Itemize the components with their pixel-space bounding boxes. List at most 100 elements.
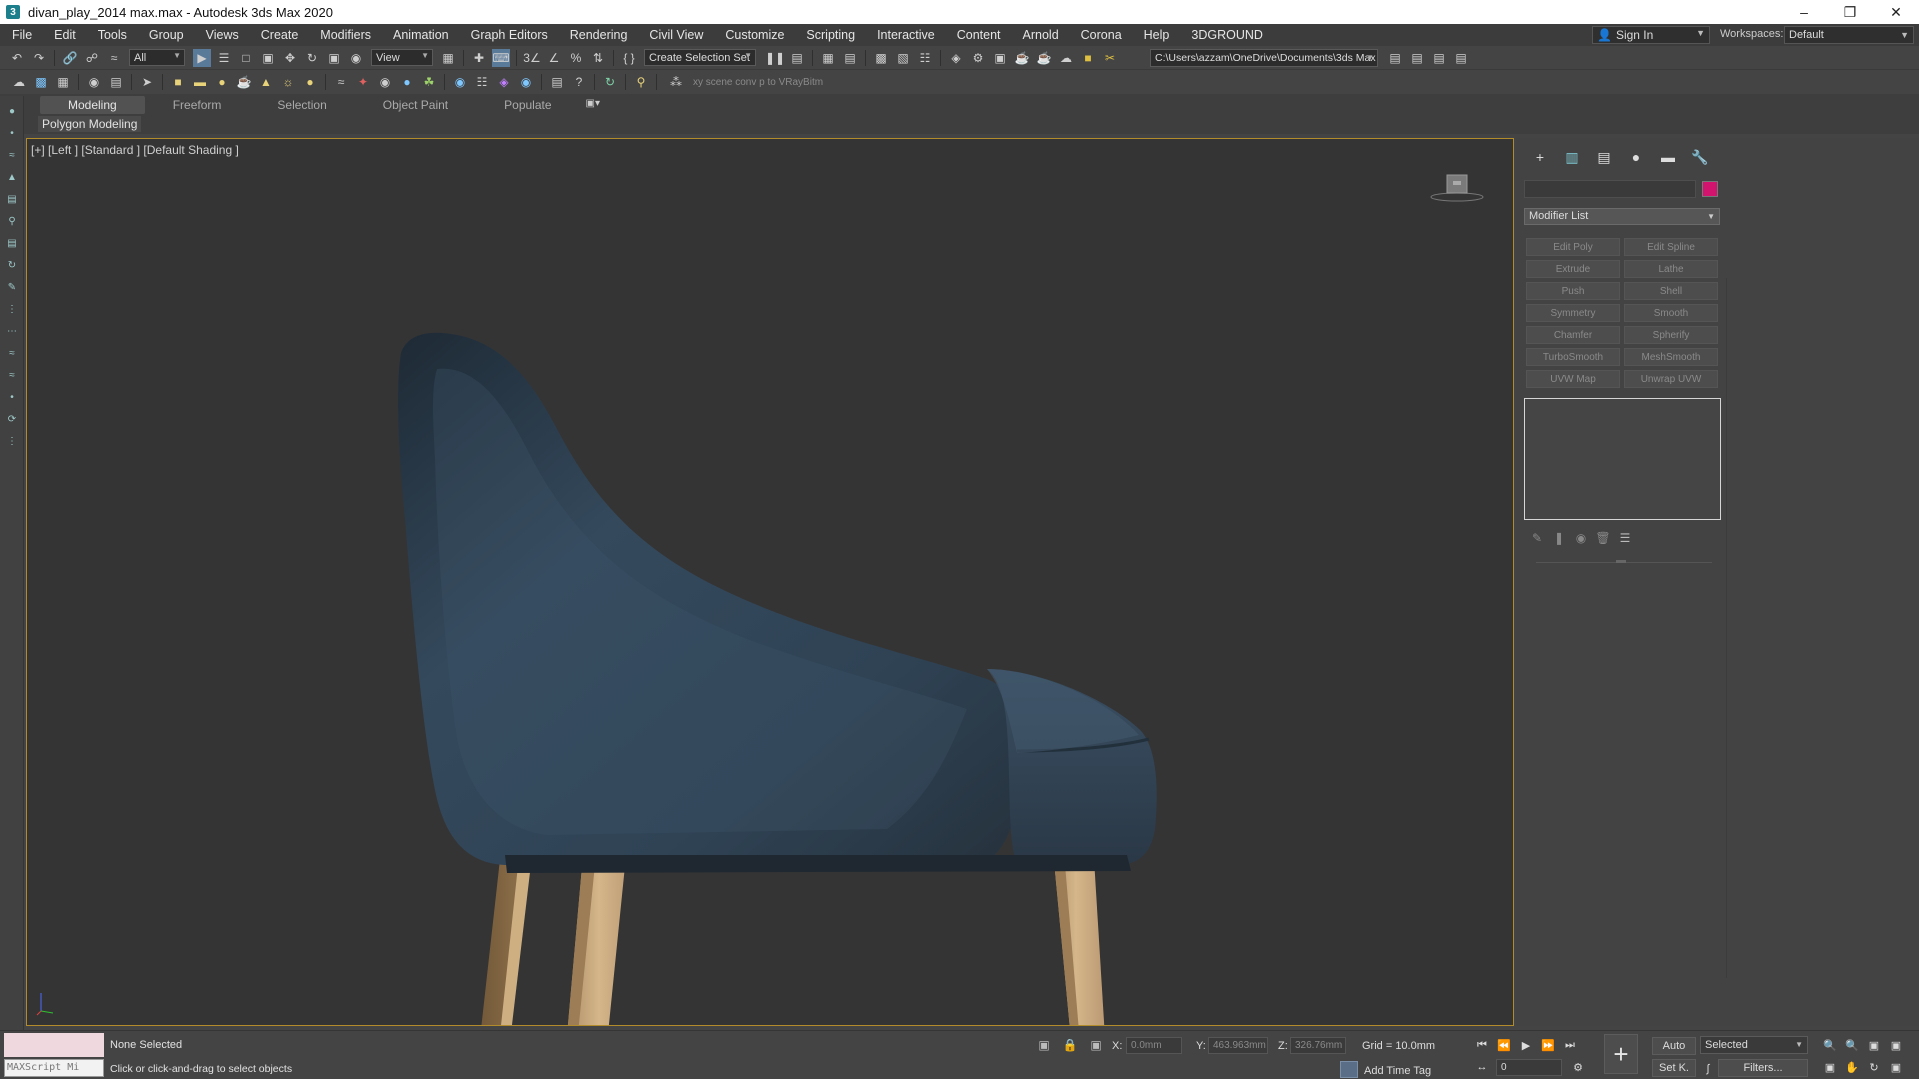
select-scale-icon[interactable]: ▣ — [325, 49, 343, 67]
symmetry-button[interactable]: Symmetry — [1526, 304, 1620, 322]
menu-edit[interactable]: Edit — [43, 28, 87, 42]
biped-icon[interactable]: ◉ — [376, 73, 394, 91]
select-object-icon[interactable]: ▶ — [193, 48, 211, 67]
vray-material-icon[interactable]: ◈ — [495, 73, 513, 91]
layer-explorer-icon[interactable]: ▤ — [841, 49, 859, 67]
vray-grid-icon[interactable]: ☷ — [473, 73, 491, 91]
refresh-icon[interactable]: ↻ — [601, 73, 619, 91]
maxscript-output[interactable] — [4, 1033, 104, 1057]
render-setup-icon[interactable]: ⚙ — [969, 49, 987, 67]
scene-tools-icon[interactable]: ☁ — [10, 73, 28, 91]
spherify-button[interactable]: Spherify — [1624, 326, 1718, 344]
redo-icon[interactable]: ↷ — [30, 49, 48, 67]
align-icon[interactable]: ▤ — [788, 49, 806, 67]
box-icon[interactable]: ■ — [169, 73, 187, 91]
percent-snap-icon[interactable]: % — [567, 49, 585, 67]
go-to-end-icon[interactable]: ⏭ — [1562, 1037, 1578, 1053]
zoom-icon[interactable]: 🔍 — [1822, 1037, 1838, 1053]
menu-interactive[interactable]: Interactive — [866, 28, 946, 42]
create-icon[interactable]: + — [1524, 148, 1556, 166]
menu-arnold[interactable]: Arnold — [1012, 28, 1070, 42]
bone-icon[interactable]: ✦ — [354, 73, 372, 91]
script-icon[interactable]: ⁂ — [667, 73, 685, 91]
vray-camera-icon[interactable]: ◉ — [517, 73, 535, 91]
scissors-icon[interactable]: ✂ — [1101, 49, 1119, 67]
previous-frame-icon[interactable]: ⏪ — [1496, 1037, 1512, 1053]
utilities-icon[interactable]: 🔧 — [1684, 148, 1716, 166]
keyboard-shortcut-override-icon[interactable]: ⌨ — [492, 48, 510, 67]
rectangular-selection-icon[interactable]: □ — [237, 49, 255, 67]
pin-icon[interactable]: ⚲ — [632, 73, 650, 91]
object-color-swatch[interactable] — [1702, 181, 1718, 197]
strip-more-icon[interactable]: ⋮ — [6, 436, 18, 448]
light-icon[interactable]: ☼ — [279, 73, 297, 91]
menu-rendering[interactable]: Rendering — [559, 28, 639, 42]
chair-model[interactable] — [27, 139, 1514, 1026]
unlink-icon[interactable]: ☍ — [83, 49, 101, 67]
render-frame-icon[interactable]: ■ — [1079, 49, 1097, 67]
curve-editor-icon[interactable]: ▧ — [894, 49, 912, 67]
snaps-toggle-icon[interactable]: 3∠ — [523, 49, 541, 67]
strip-link-icon[interactable]: ≈ — [6, 150, 18, 162]
display-icon[interactable]: ▬ — [1652, 148, 1684, 166]
link-icon[interactable]: 🔗 — [61, 49, 79, 67]
menu-civil-view[interactable]: Civil View — [638, 28, 714, 42]
edit-poly-button[interactable]: Edit Poly — [1526, 238, 1620, 256]
material-editor-icon[interactable]: ◈ — [947, 49, 965, 67]
shell-button[interactable]: Shell — [1624, 282, 1718, 300]
edit-named-selection-icon[interactable]: { } — [620, 49, 638, 67]
add-time-tag[interactable]: Add Time Tag — [1364, 1065, 1431, 1077]
current-frame-field[interactable]: 0 — [1496, 1059, 1562, 1076]
modify-icon[interactable]: ▥ — [1556, 148, 1588, 166]
auto-key-button[interactable]: Auto — [1652, 1037, 1696, 1055]
maximize-button[interactable]: ❐ — [1827, 0, 1873, 24]
menu-views[interactable]: Views — [195, 28, 250, 42]
pointer-icon[interactable]: ➤ — [138, 73, 156, 91]
extrude-button[interactable]: Extrude — [1526, 260, 1620, 278]
menu-3dground[interactable]: 3DGROUND — [1180, 28, 1274, 42]
menu-corona[interactable]: Corona — [1070, 28, 1133, 42]
select-manipulate-icon[interactable]: ✚ — [470, 49, 488, 67]
workspace-select[interactable]: Default ▼ — [1784, 26, 1914, 44]
select-rotate-icon[interactable]: ↻ — [303, 49, 321, 67]
polygon-modeling-panel[interactable]: Polygon Modeling — [38, 116, 142, 132]
paint-icon[interactable]: ◉ — [85, 73, 103, 91]
filters-button[interactable]: Filters... — [1718, 1059, 1808, 1077]
vray-proxy-icon[interactable]: ▤ — [548, 73, 566, 91]
strip-create-icon[interactable]: ● — [6, 106, 18, 118]
object-name-field[interactable] — [1524, 180, 1696, 198]
strip-pen-icon[interactable]: ✎ — [6, 282, 18, 294]
strip-dot-icon[interactable]: • — [6, 128, 18, 140]
strip-doc-icon[interactable]: ▤ — [6, 238, 18, 250]
maxscript-input[interactable]: MAXScript Mi — [4, 1059, 104, 1077]
strip-lamp-icon[interactable]: ⚲ — [6, 216, 18, 228]
sphere-icon[interactable]: ● — [213, 73, 231, 91]
strip-extra-icon[interactable]: • — [6, 392, 18, 404]
minimize-button[interactable]: – — [1781, 0, 1827, 24]
strip-list-icon[interactable]: ▤ — [6, 194, 18, 206]
maximize-viewport-icon[interactable]: ▣ — [1888, 1059, 1904, 1075]
configure-modifier-sets-icon[interactable]: ☰ — [1614, 530, 1636, 546]
unwrap-uvw-button[interactable]: Unwrap UVW — [1624, 370, 1718, 388]
uvw-map-button[interactable]: UVW Map — [1526, 370, 1620, 388]
ribbon-options-icon[interactable]: ▣▾ — [586, 98, 612, 112]
key-filter-select[interactable]: Selected ▼ — [1700, 1036, 1808, 1054]
project-open-icon[interactable]: ▤ — [1452, 49, 1470, 67]
lathe-button[interactable]: Lathe — [1624, 260, 1718, 278]
edit-spline-button[interactable]: Edit Spline — [1624, 238, 1718, 256]
schematic-view-icon[interactable]: ☷ — [916, 49, 934, 67]
menu-scripting[interactable]: Scripting — [795, 28, 866, 42]
modifier-list-select[interactable]: Modifier List ▼ — [1524, 208, 1720, 225]
strip-hierarchy-icon[interactable]: ▲ — [6, 172, 18, 184]
selection-set-select[interactable]: Create Selection Set ▼ — [644, 49, 756, 66]
rendered-frame-window-icon[interactable]: ▣ — [991, 49, 1009, 67]
teapot-icon[interactable]: ☕ — [235, 73, 253, 91]
sign-in-dropdown[interactable]: 👤 Sign In ▼ — [1592, 26, 1710, 44]
scene-explorer-icon[interactable]: ▦ — [819, 49, 837, 67]
project-save-icon[interactable]: ▤ — [1430, 49, 1448, 67]
x-coordinate-field[interactable]: 0.0mm — [1126, 1037, 1182, 1054]
viewcube[interactable] — [1429, 169, 1485, 203]
y-coordinate-field[interactable]: 463.963mm — [1208, 1037, 1268, 1054]
zoom-extents-icon[interactable]: ▣ — [1866, 1037, 1882, 1053]
undo-icon[interactable]: ↶ — [8, 49, 26, 67]
